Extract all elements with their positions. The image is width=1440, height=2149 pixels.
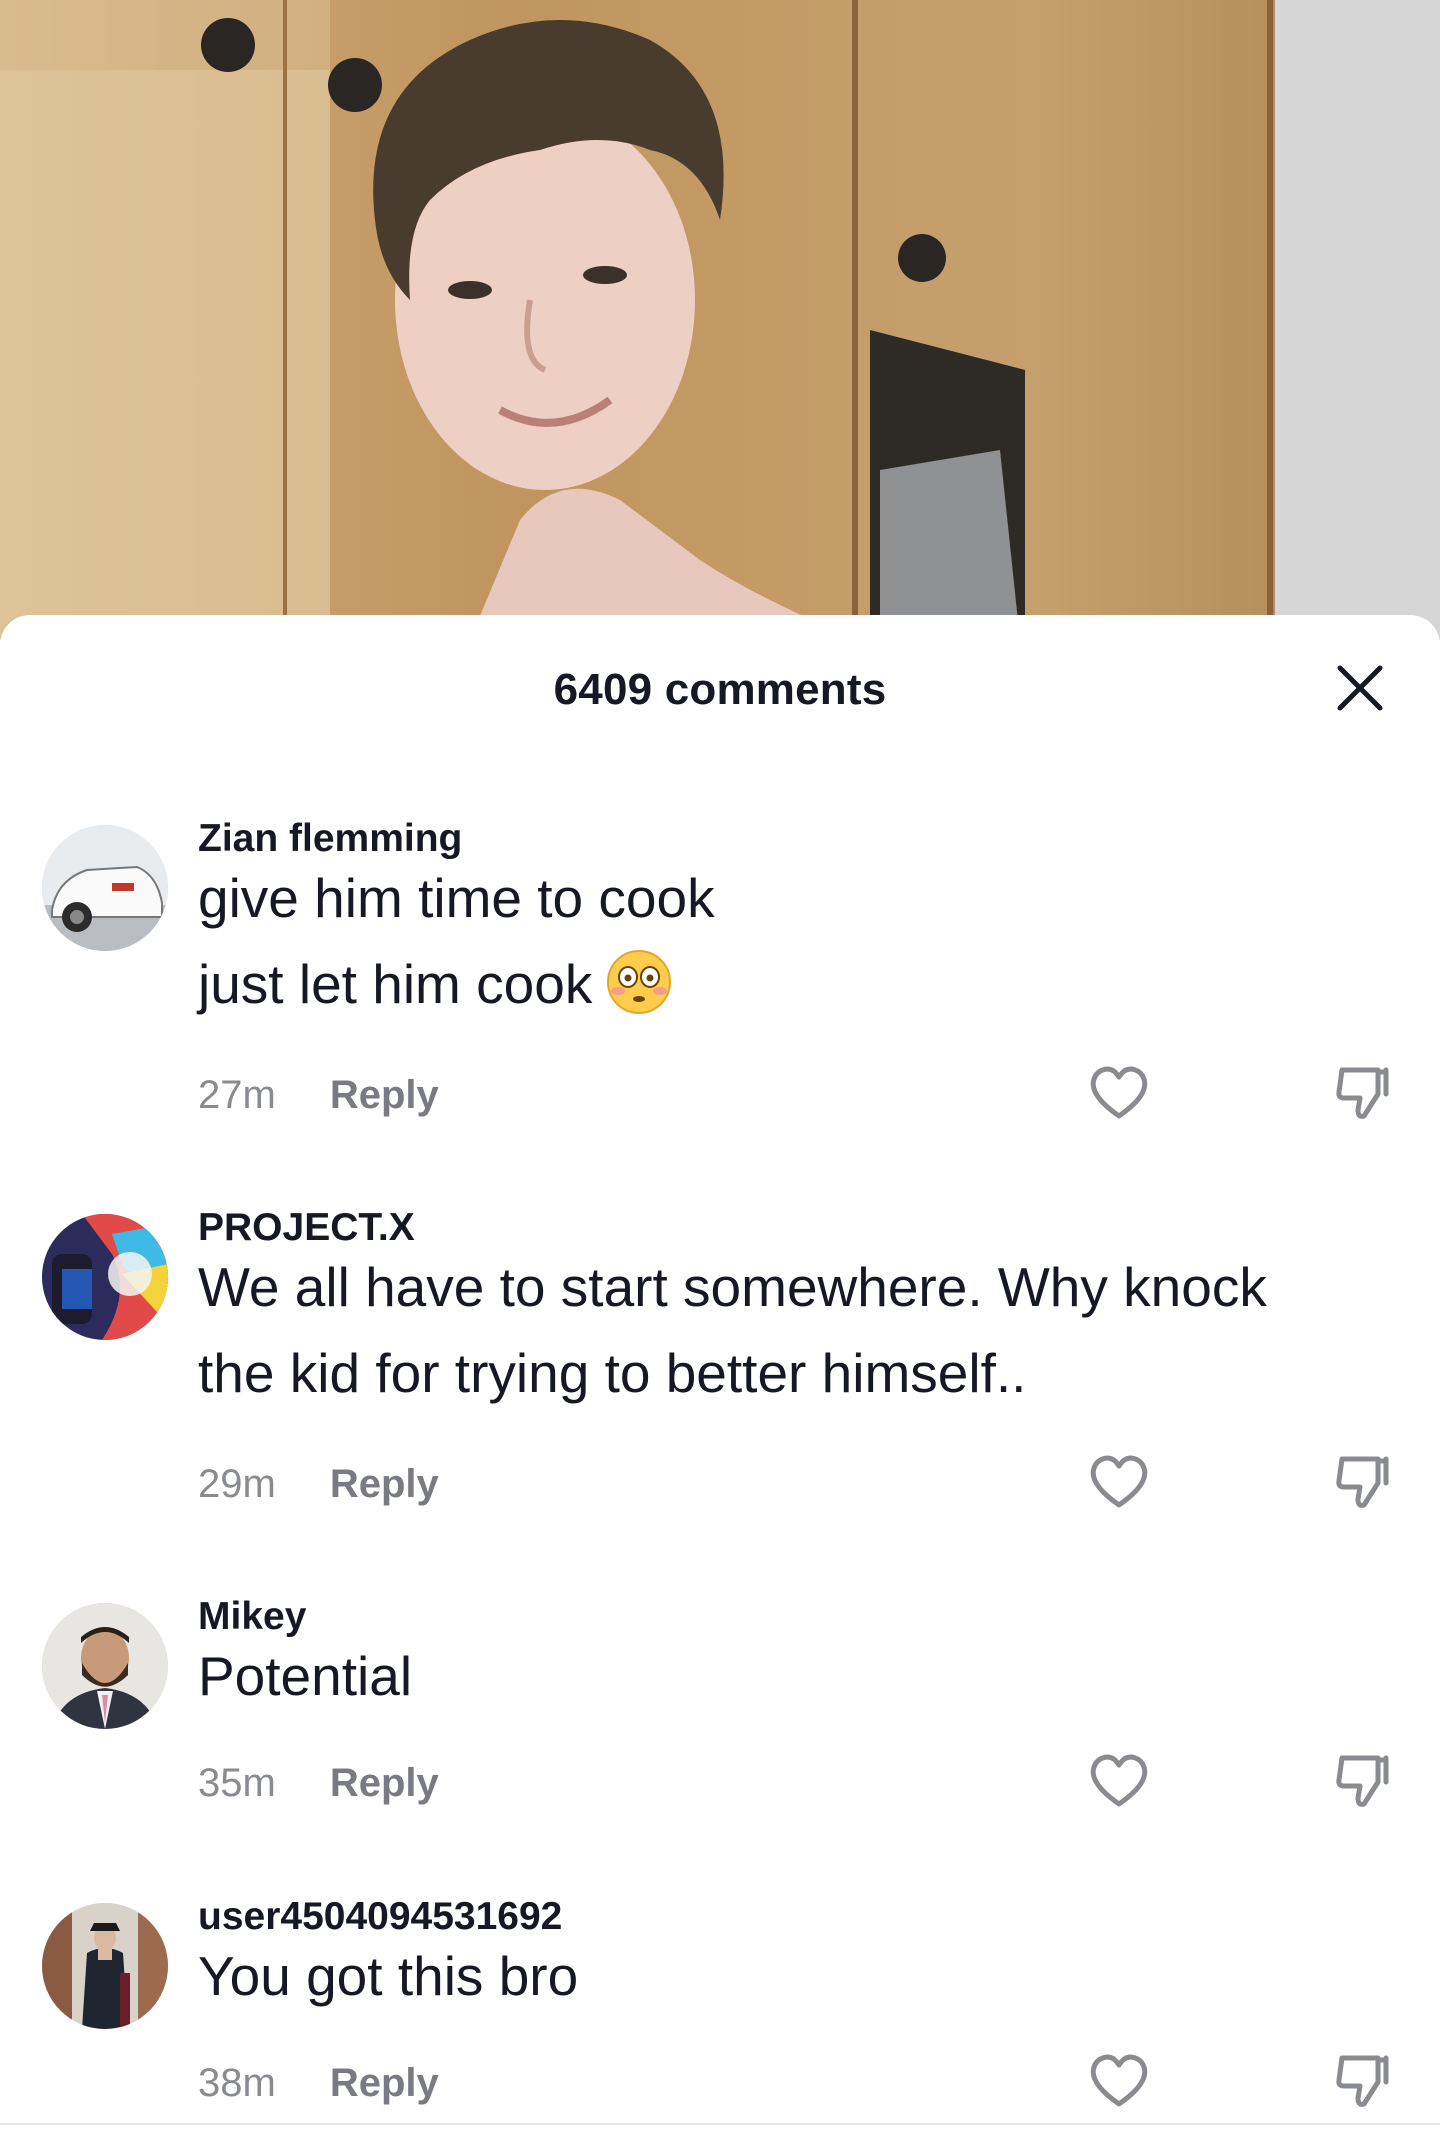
dislike-button[interactable] (1330, 1060, 1396, 1126)
man-in-suit-avatar-image (42, 1603, 168, 1729)
comment-line: the kid for trying to better himself.. (198, 1342, 1027, 1404)
comments-count-title: 6409 comments (553, 665, 887, 714)
heart-icon (1090, 1066, 1148, 1119)
comment-text: give him time to cook just let him cook (198, 855, 1378, 1027)
reply-button[interactable]: Reply (330, 1073, 439, 1117)
close-icon (1337, 665, 1383, 711)
avatar[interactable] (42, 825, 168, 951)
like-button[interactable] (1086, 2048, 1152, 2114)
avatar[interactable] (42, 1214, 168, 1340)
like-button[interactable] (1086, 1449, 1152, 1515)
reply-button[interactable]: Reply (330, 1462, 439, 1506)
comment-line: Potential (198, 1645, 413, 1707)
car-avatar-image (42, 825, 168, 951)
comment-time: 35m (198, 1761, 276, 1805)
heart-icon (1090, 1754, 1148, 1807)
comment-meta: 38m Reply (198, 2061, 439, 2106)
heart-icon (1090, 1455, 1148, 1508)
thumbs-down-icon (1336, 2055, 1389, 2107)
comment-line: You got this bro (198, 1945, 579, 2007)
comment-time: 29m (198, 1462, 276, 1506)
comment-line: give him time to cook (198, 867, 715, 929)
flushed-face-emoji-icon (606, 949, 672, 1015)
avatar[interactable] (42, 1903, 168, 2029)
colorful-art-avatar-image (42, 1214, 168, 1340)
comment-text: You got this bro (198, 1933, 1378, 2019)
video-scene (0, 0, 1440, 640)
avatar[interactable] (42, 1603, 168, 1729)
comment-meta: 29m Reply (198, 1462, 439, 1507)
comment-text: We all have to start somewhere. Why knoc… (198, 1244, 1378, 1416)
close-button[interactable] (1332, 660, 1388, 716)
like-button[interactable] (1086, 1060, 1152, 1126)
comment-meta: 27m Reply (198, 1073, 439, 1118)
man-in-coat-avatar-image (42, 1903, 168, 2029)
dislike-button[interactable] (1330, 1449, 1396, 1515)
comment-time: 38m (198, 2061, 276, 2105)
divider (0, 2123, 1440, 2125)
thumbs-down-icon (1336, 1067, 1389, 1119)
comment-line: We all have to start somewhere. Why knoc… (198, 1256, 1267, 1318)
comment-time: 27m (198, 1073, 276, 1117)
dislike-button[interactable] (1330, 2048, 1396, 2114)
heart-icon (1090, 2054, 1148, 2107)
comment-meta: 35m Reply (198, 1761, 439, 1806)
thumbs-down-icon (1336, 1755, 1389, 1807)
thumbs-down-icon (1336, 1456, 1389, 1508)
reply-button[interactable]: Reply (330, 1761, 439, 1805)
reply-button[interactable]: Reply (330, 2061, 439, 2105)
dislike-button[interactable] (1330, 1748, 1396, 1814)
comment-line-with-emoji: just let him cook (198, 941, 1378, 1027)
like-button[interactable] (1086, 1748, 1152, 1814)
video-frame[interactable] (0, 0, 1440, 640)
comment-text: Potential (198, 1633, 1378, 1719)
comment-line: just let him cook (198, 953, 593, 1015)
